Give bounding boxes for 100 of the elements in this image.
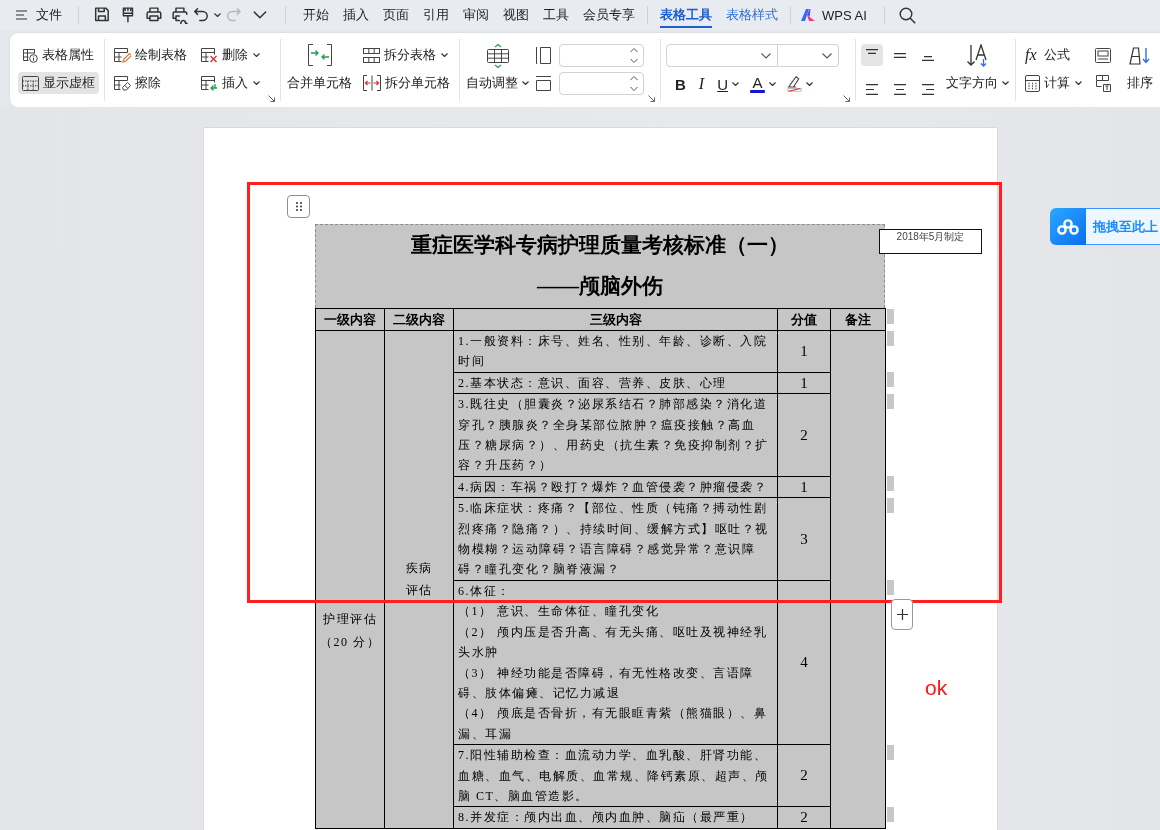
cell-text: （3） 神经功能是否障碍，有无性格改变、言语障碍、肢体偏瘫、记忆力减退 — [458, 664, 755, 702]
menu-icon — [16, 10, 27, 20]
chevron-down-icon — [822, 52, 832, 59]
menu-tab[interactable]: 视图 — [496, 0, 536, 30]
split-table-button[interactable]: 拆分表格 — [359, 44, 454, 66]
cell-text: 6.体征： — [458, 582, 512, 600]
save-icon — [93, 6, 111, 24]
table-move-handle[interactable] — [287, 195, 310, 218]
font-color-button[interactable]: A — [746, 73, 780, 95]
align-lines-icon — [866, 84, 878, 95]
cell-text: （1） 意识、生命体征、瞳孔变化 — [458, 603, 660, 621]
drag-label: 拖拽至此上 — [1086, 208, 1160, 245]
cell-text: （4） 颅底是否骨折，有无眼眶青紫（熊猫眼）、鼻漏、耳漏 — [458, 705, 768, 743]
row-marker-icon — [887, 497, 894, 513]
color-bar-icon — [750, 89, 765, 93]
split-arrows-icon — [363, 75, 381, 91]
alignment-button[interactable] — [861, 44, 883, 66]
row-height-field[interactable] — [559, 71, 644, 95]
ai-assistant-button[interactable]: WPS AI — [796, 3, 872, 27]
column-header: 一级内容 — [315, 308, 385, 331]
column-width-field[interactable] — [559, 43, 644, 67]
sort-button[interactable]: 排序 — [1126, 44, 1154, 94]
ai-logo-icon — [801, 9, 815, 21]
menu-tab[interactable]: 引用 — [416, 0, 456, 30]
column-header: 三级内容 — [453, 308, 778, 331]
align-lines-icon — [866, 49, 878, 54]
menu-tab[interactable]: 插入 — [336, 0, 376, 30]
menu-tab[interactable]: 开始 — [296, 0, 336, 30]
row-height-icon — [536, 75, 551, 91]
caret-icon — [1075, 81, 1082, 85]
font-size-field[interactable] — [778, 44, 839, 67]
row-marker-icon — [887, 806, 894, 822]
eraser-button[interactable]: 擦除 — [110, 72, 191, 94]
spin-arrows-icon — [630, 75, 638, 91]
cell-text: 4.病因：车祸？殴打？爆炸？血管侵袭？肿瘤侵袭？ — [458, 478, 768, 496]
align-lines-icon — [922, 84, 934, 95]
cell-text: 3.既往史（胆囊炎？泌尿系结石？肺部感染？消化道穿孔？胰腺炎？全身某部位脓肿？瘟疫接触？高血压？糖尿病？）、用药史（抗生素？免疫抑制剂？扩容？升压药？） — [458, 396, 770, 475]
file-menu[interactable]: 文件 — [12, 3, 66, 27]
row-marker-icon — [887, 372, 894, 388]
cell-text: 2.基本状态：意识、面容、营养、皮肤、心理 — [458, 374, 728, 392]
table-cell: 2 — [777, 393, 831, 477]
cloud-icon — [1050, 208, 1086, 245]
table-properties-button[interactable]: 表格属性 — [18, 44, 99, 66]
cell-text: 8.并发症：颅内出血、颅内血肿、脑疝（最严重） — [458, 809, 755, 827]
menu-tab[interactable]: 表格样式 — [719, 0, 785, 30]
menu-tab[interactable]: 审阅 — [456, 0, 496, 30]
split-cells-button[interactable]: 拆分单元格 — [359, 72, 454, 94]
italic-button[interactable]: I — [692, 73, 711, 95]
menu-tab[interactable]: 会员专享 — [576, 0, 642, 30]
add-row-button[interactable] — [891, 599, 913, 630]
caret-icon — [522, 81, 529, 85]
column-width-icon — [536, 46, 551, 64]
sort-icon — [1129, 47, 1151, 65]
table-cell: 护理评估（20 分） — [315, 330, 385, 829]
show-gridlines-button[interactable]: 显示虚框 — [18, 72, 99, 94]
spin-arrows-icon — [630, 47, 638, 63]
text-direction-button[interactable]: 文字方向 — [945, 44, 1010, 94]
row-marker-icon — [887, 330, 894, 346]
panel-lines-icon — [1095, 47, 1111, 63]
split-grid-icon — [363, 47, 380, 63]
grip-icon — [295, 202, 302, 211]
draw-table-button[interactable]: 绘制表格 — [110, 44, 191, 66]
cell-text: 5.临床症状：疼痛？【部位、性质（钝痛？搏动性剧烈疼痛？隐痛？）、持续时间、缓解方式】呕吐？视物模糊？运动障碍？语言障碍？感觉异常？意识障碍？瞳孔变化？脑脊液漏？ — [458, 500, 770, 579]
cell-text: （2） 颅内压是否升高、有无头痛、呕吐及视神经乳头水肿 — [458, 623, 768, 662]
table-cell: 2 — [777, 744, 831, 807]
redo-icon — [225, 6, 243, 24]
column-header: 备注 — [830, 308, 886, 331]
caret-icon — [441, 53, 448, 57]
table-eraser-icon — [114, 75, 131, 91]
align-lines-icon — [922, 56, 934, 61]
caret-icon — [214, 13, 221, 17]
insert-button[interactable]: 插入 — [197, 72, 264, 94]
merge-cells-button[interactable]: 合并单元格 — [286, 44, 353, 94]
table-cell: 4 — [777, 580, 831, 745]
calculate-button[interactable]: 计算 — [1021, 72, 1086, 94]
chevron-down-icon — [761, 52, 771, 59]
dialog-launcher-icon[interactable] — [843, 95, 850, 102]
formula-button[interactable]: fx 公式 — [1021, 44, 1086, 66]
bold-button[interactable]: B — [671, 73, 690, 95]
dialog-launcher-icon[interactable] — [268, 95, 275, 102]
delete-button[interactable]: 删除 — [197, 44, 264, 66]
font-name-field[interactable] — [666, 44, 778, 67]
cell-text: 7.阳性辅助检查：血流动力学、血乳酸、肝肾功能、血糖、血气、电解质、血常规、降钙素原、超声、颅脑 CT、脑血管造影。 — [458, 747, 770, 805]
align-lines-icon — [894, 52, 906, 58]
caret-icon — [806, 82, 813, 86]
table-arrow-icon — [201, 75, 218, 91]
table-pencil-icon — [114, 47, 131, 63]
column-header: 分值 — [777, 308, 831, 331]
menu-tab[interactable]: 页面 — [376, 0, 416, 30]
table-info-icon — [22, 47, 38, 63]
row-marker-icon — [887, 308, 894, 324]
undo-icon — [193, 6, 210, 24]
merge-arrows-icon — [307, 44, 332, 66]
row-marker-icon — [887, 393, 894, 409]
underline-button[interactable]: U — [713, 73, 743, 95]
dialog-launcher-icon[interactable] — [648, 95, 655, 102]
autofit-button[interactable]: 自动调整 — [465, 44, 530, 94]
text-direction-icon — [966, 44, 989, 68]
row-marker-icon — [887, 476, 894, 492]
menu-tab[interactable]: 工具 — [536, 0, 576, 30]
